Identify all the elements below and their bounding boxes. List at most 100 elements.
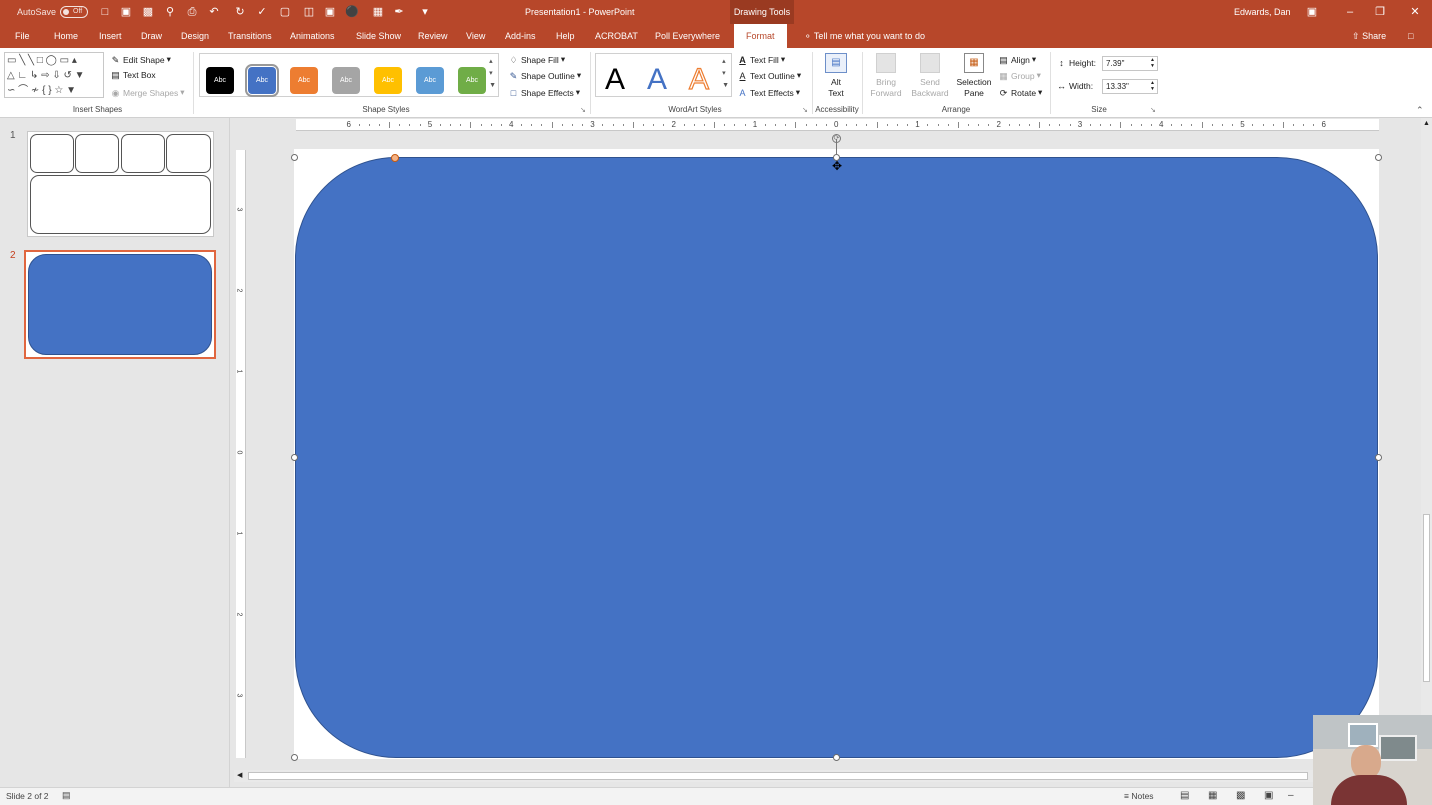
- folder-icon[interactable]: ▦: [371, 5, 385, 19]
- merge-shapes-button[interactable]: ◉ Merge Shapes ▾: [110, 87, 185, 98]
- group-button[interactable]: ▦ Group ▾: [998, 70, 1041, 81]
- shape-style-blue[interactable]: Abc: [245, 64, 279, 97]
- resize-handle-left[interactable]: [291, 454, 298, 461]
- restore-icon[interactable]: ❐: [1373, 5, 1387, 19]
- shape-style-gold[interactable]: Abc: [374, 67, 402, 94]
- presenter-icon[interactable]: ▣: [323, 5, 337, 19]
- tab-animations[interactable]: Animations: [290, 24, 335, 48]
- shape-effects-button[interactable]: □ Shape Effects ▾: [508, 87, 580, 98]
- wordart-style-blue[interactable]: A: [647, 64, 667, 96]
- slide-icon[interactable]: ◫: [302, 5, 316, 19]
- corner-radius-adjust-handle[interactable]: [391, 154, 399, 162]
- mic-icon[interactable]: ⚫: [345, 5, 359, 19]
- height-input[interactable]: 7.39" ▲ ▼: [1102, 56, 1158, 71]
- rotation-handle-icon[interactable]: ⟳: [832, 134, 841, 143]
- slide-show-icon[interactable]: ▣: [1264, 790, 1273, 801]
- tab-review[interactable]: Review: [418, 24, 448, 48]
- format-painter-icon[interactable]: ✓: [255, 5, 269, 19]
- text-fill-button[interactable]: A Text Fill ▾: [737, 54, 785, 65]
- scroll-thumb[interactable]: [1423, 514, 1430, 682]
- text-outline-button[interactable]: A Text Outline ▾: [737, 70, 801, 81]
- horizontal-scrollbar[interactable]: ◀: [234, 770, 1314, 782]
- resize-handle-top-left[interactable]: [291, 154, 298, 161]
- shape-fill-button[interactable]: ♢ Shape Fill ▾: [508, 54, 565, 65]
- slide-thumbnail-2[interactable]: [24, 250, 216, 359]
- autosave-toggle[interactable]: Off: [60, 6, 88, 18]
- pen-icon[interactable]: ✒: [392, 5, 406, 19]
- zoom-out-icon[interactable]: –: [1288, 790, 1294, 801]
- tab-slide-show[interactable]: Slide Show: [356, 24, 401, 48]
- align-button[interactable]: ▤ Align ▾: [998, 54, 1036, 65]
- comments-icon[interactable]: □: [1408, 24, 1413, 48]
- tab-format[interactable]: Format: [734, 24, 787, 48]
- resize-handle-right[interactable]: [1375, 454, 1382, 461]
- shape-gallery[interactable]: ▭ ╲ ╲ □ ◯ ▭ ▴ △ ∟ ↳ ⇨ ⇩ ↺ ▼ ∽ ⌒ ≁ { } ☆ …: [4, 52, 104, 98]
- bring-forward-button[interactable]: Bring Forward: [866, 52, 906, 104]
- shape-outline-button[interactable]: ✎ Shape Outline ▾: [508, 70, 581, 81]
- alt-text-button[interactable]: ▤ Alt Text: [820, 52, 852, 104]
- print-preview-icon[interactable]: ⚲: [163, 5, 177, 19]
- scroll-left-icon[interactable]: ◀: [237, 771, 242, 779]
- tab-acrobat[interactable]: ACROBAT: [595, 24, 638, 48]
- width-input[interactable]: 13.33" ▲ ▼: [1102, 79, 1158, 94]
- gallery-scroll-icon[interactable]: ▴ ▾ ▼: [722, 56, 729, 92]
- wordart-style-orange-outline[interactable]: A: [688, 63, 709, 96]
- horizontal-ruler[interactable]: 6 5 4 3 2 1 0 1 2 3 4 5 6: [296, 119, 1379, 131]
- tab-add-ins[interactable]: Add-ins: [505, 24, 536, 48]
- share-button[interactable]: ⇧ Share: [1352, 24, 1386, 48]
- tab-view[interactable]: View: [466, 24, 485, 48]
- shape-style-orange[interactable]: Abc: [290, 67, 318, 94]
- normal-view-icon[interactable]: ▤: [1180, 790, 1189, 801]
- resize-handle-bottom[interactable]: [833, 754, 840, 761]
- rotate-button[interactable]: ⟳ Rotate ▾: [998, 87, 1043, 98]
- undo-icon[interactable]: ↶: [207, 5, 221, 19]
- slide-thumbnail-1[interactable]: [27, 131, 214, 237]
- scroll-thumb[interactable]: [248, 772, 1308, 780]
- scroll-up-icon[interactable]: ▲: [1423, 120, 1430, 127]
- save-icon[interactable]: ▣: [119, 5, 133, 19]
- text-box-button[interactable]: ▤ Text Box: [110, 70, 155, 80]
- tab-poll-everywhere[interactable]: Poll Everywhere: [655, 24, 720, 48]
- dialog-launcher-icon[interactable]: ↘: [1150, 106, 1156, 114]
- shape-style-gray[interactable]: Abc: [332, 67, 360, 94]
- shape-style-black[interactable]: Abc: [206, 67, 234, 94]
- gallery-scroll-icon[interactable]: ▴ ▾ ▼: [489, 56, 496, 92]
- vertical-scrollbar[interactable]: ▲: [1421, 118, 1432, 787]
- slide-sorter-icon[interactable]: ▦: [1208, 790, 1217, 801]
- spinner-arrows-icon[interactable]: ▲ ▼: [1150, 80, 1155, 92]
- shapes-icon[interactable]: ▢: [278, 5, 292, 19]
- text-effects-button[interactable]: A Text Effects ▾: [737, 87, 800, 98]
- spelling-icon[interactable]: ▤: [62, 790, 71, 801]
- shape-style-light-blue[interactable]: Abc: [416, 67, 444, 94]
- close-icon[interactable]: ✕: [1408, 5, 1422, 19]
- spinner-arrows-icon[interactable]: ▲ ▼: [1150, 57, 1155, 69]
- redo-icon[interactable]: ↻: [233, 5, 247, 19]
- dialog-launcher-icon[interactable]: ↘: [580, 106, 586, 114]
- tab-file[interactable]: File: [15, 24, 30, 48]
- minimize-icon[interactable]: –: [1343, 5, 1357, 19]
- tell-me-search[interactable]: ⚬ Tell me what you want to do: [804, 24, 925, 48]
- vertical-ruler[interactable]: 3 2 1 0 1 2 3: [235, 150, 246, 758]
- tab-home[interactable]: Home: [54, 24, 78, 48]
- collapse-ribbon-icon[interactable]: ⌃: [1416, 105, 1424, 116]
- resize-handle-top-right[interactable]: [1375, 154, 1382, 161]
- ribbon-display-options-icon[interactable]: ▣: [1305, 5, 1319, 19]
- new-file-icon[interactable]: □: [98, 5, 112, 19]
- selection-pane-button[interactable]: ▦ Selection Pane: [954, 52, 994, 104]
- rounded-rectangle-shape[interactable]: [295, 157, 1378, 758]
- print-icon[interactable]: ⎙: [185, 5, 199, 19]
- tab-insert[interactable]: Insert: [99, 24, 122, 48]
- resize-handle-bottom-left[interactable]: [291, 754, 298, 761]
- user-name[interactable]: Edwards, Dan: [1234, 0, 1291, 24]
- shape-style-green[interactable]: Abc: [458, 67, 486, 94]
- save-as-icon[interactable]: ▩: [141, 5, 155, 19]
- reading-view-icon[interactable]: ▩: [1236, 790, 1245, 801]
- customize-qat-icon[interactable]: ▾: [418, 5, 432, 19]
- send-backward-button[interactable]: Send Backward: [908, 52, 952, 104]
- tab-help[interactable]: Help: [556, 24, 575, 48]
- dialog-launcher-icon[interactable]: ↘: [802, 106, 808, 114]
- wordart-style-black[interactable]: A: [605, 64, 625, 96]
- edit-shape-button[interactable]: ✎ Edit Shape ▾: [110, 54, 171, 65]
- tab-draw[interactable]: Draw: [141, 24, 162, 48]
- tab-design[interactable]: Design: [181, 24, 209, 48]
